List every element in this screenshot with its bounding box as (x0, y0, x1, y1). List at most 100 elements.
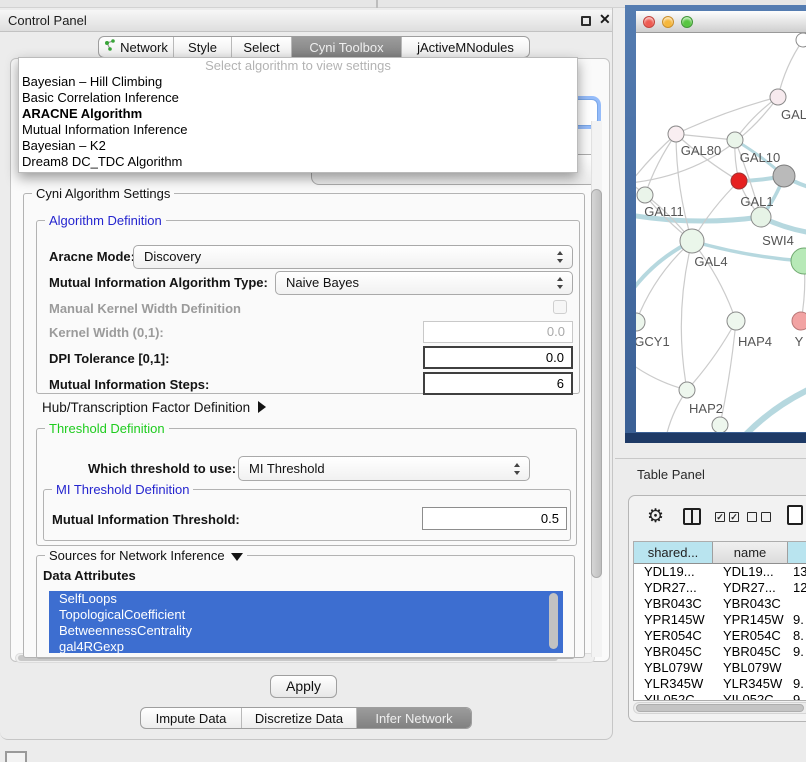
tab-network[interactable]: Network (99, 37, 173, 57)
cyni-algorithm-settings-group: Cyni Algorithm Settings Algorithm Defini… (23, 193, 585, 658)
attribute-item[interactable]: TopologicalCoefficient (49, 607, 563, 623)
table-row[interactable]: YDL19...YDL19...13 (634, 564, 806, 580)
sources-group-title[interactable]: Sources for Network Inference (45, 548, 247, 563)
column-header[interactable]: shared... (634, 542, 713, 564)
network-node-GAL11[interactable] (637, 187, 653, 203)
table-row[interactable]: YDR27...YDR27...12 (634, 580, 806, 596)
combo-stepper-icon (514, 463, 521, 475)
float-window-icon[interactable] (581, 16, 591, 26)
subtab-discretize-data[interactable]: Discretize Data (241, 708, 356, 728)
table-panel: ⚙ ✓ ✓ shared...name YDL19...YDL19...13YD… (628, 495, 806, 722)
network-node-node-green[interactable] (791, 248, 806, 274)
table-row[interactable]: YER054CYER054C8. (634, 628, 806, 644)
network-edge[interactable] (636, 97, 778, 183)
network-edge[interactable] (692, 241, 736, 321)
gear-icon[interactable]: ⚙ (647, 505, 664, 528)
network-node-GAL2[interactable] (770, 89, 786, 105)
mi-steps-label: Mutual Information Steps: (49, 377, 209, 392)
mi-steps-field[interactable]: 6 (423, 372, 573, 395)
network-edge[interactable] (681, 241, 692, 390)
attribute-item[interactable]: BetweennessCentrality (49, 623, 563, 639)
close-light-icon[interactable] (643, 16, 655, 28)
mi-algorithm-type-combo[interactable]: Naive Bayes (275, 271, 573, 295)
network-node-node-top[interactable] (796, 33, 806, 47)
aracne-mode-combo[interactable]: Discovery (133, 245, 573, 269)
table-row[interactable]: YPR145WYPR145W9. (634, 612, 806, 628)
unchecked-box-icon[interactable] (761, 512, 771, 522)
hub-section-toggle[interactable]: Hub/Transcription Factor Definition (42, 400, 266, 415)
algorithm-option[interactable]: Basic Correlation Inference (19, 90, 577, 106)
network-edge[interactable] (778, 40, 803, 97)
attribute-list-scrollbar[interactable] (549, 593, 558, 649)
document-icon[interactable] (787, 505, 803, 525)
table-cell (788, 660, 806, 676)
algorithm-option[interactable]: Dream8 DC_TDC Algorithm (19, 154, 577, 170)
network-node-HAP4[interactable] (727, 312, 745, 330)
combo-stepper-icon (557, 277, 564, 289)
tab-style[interactable]: Style (173, 37, 231, 57)
checked-box-icon[interactable]: ✓ (729, 512, 739, 522)
network-node-node-gray[interactable] (773, 165, 795, 187)
table-row[interactable]: YBR045CYBR045C9. (634, 644, 806, 660)
column-header[interactable]: name (713, 542, 788, 564)
tab-jactivemnodules[interactable]: jActiveMNodules (401, 37, 529, 57)
algorithm-definition-title: Algorithm Definition (45, 213, 166, 228)
table-body: YDL19...YDL19...13YDR27...YDR27...12YBR0… (634, 564, 806, 701)
network-node-GAL10[interactable] (727, 132, 743, 148)
cyni-toolbox-subtabs: Impute Data Discretize Data Infer Network (140, 707, 472, 729)
close-icon[interactable]: ✕ (599, 11, 611, 28)
tab-select[interactable]: Select (231, 37, 291, 57)
algorithm-option[interactable]: ARACNE Algorithm (19, 106, 577, 122)
checked-box-icon[interactable]: ✓ (715, 512, 725, 522)
network-canvas[interactable]: GAL2GAL80GAL10GAL1GAL11SWI4GAL4GCY1HAP4Y… (636, 33, 806, 432)
network-graph[interactable]: GAL2GAL80GAL10GAL1GAL11SWI4GAL4GCY1HAP4Y… (636, 33, 806, 432)
algorithm-option[interactable]: Mutual Information Inference (19, 122, 577, 138)
mi-threshold-field[interactable]: 0.5 (422, 507, 567, 530)
table-row[interactable]: YBR043CYBR043C (634, 596, 806, 612)
table-cell: YER054C (713, 628, 788, 644)
vertical-scrollbar-thumb[interactable] (591, 189, 602, 578)
network-edge[interactable] (645, 134, 676, 195)
network-node-GAL4[interactable] (680, 229, 704, 253)
table-cell: YBR043C (713, 596, 788, 612)
network-edge[interactable] (636, 241, 692, 322)
network-edge[interactable] (736, 388, 806, 432)
subtab-label: Impute Data (156, 711, 227, 726)
table-row[interactable]: YBL079WYBL079W (634, 660, 806, 676)
algorithm-option[interactable]: Bayesian – Hill Climbing (19, 74, 577, 90)
network-window[interactable]: GAL2GAL80GAL10GAL1GAL11SWI4GAL4GCY1HAP4Y… (625, 5, 806, 443)
which-threshold-combo[interactable]: MI Threshold (238, 456, 530, 481)
subtab-label: Discretize Data (255, 711, 343, 726)
network-node-node-bottom[interactable] (712, 417, 728, 432)
network-node-GAL1[interactable] (731, 173, 747, 189)
subtab-infer-network[interactable]: Infer Network (356, 708, 471, 728)
attribute-item[interactable]: SelfLoops (49, 591, 563, 607)
attribute-item[interactable]: gal4RGexp (49, 639, 563, 653)
table-hscrollbar-track[interactable] (633, 702, 806, 714)
dpi-tolerance-field[interactable]: 0.0 (423, 346, 573, 369)
unchecked-box-icon[interactable] (747, 512, 757, 522)
apply-button[interactable]: Apply (270, 675, 337, 698)
table-row[interactable]: YIL052CYIL052C9 (634, 692, 806, 701)
network-node-node-salmon[interactable] (792, 312, 806, 330)
zoom-light-icon[interactable] (681, 16, 693, 28)
network-node-HAP2[interactable] (679, 382, 695, 398)
network-edge[interactable] (636, 363, 687, 390)
kernel-width-field[interactable]: 0.0 (423, 321, 573, 343)
network-edge[interactable] (676, 134, 735, 140)
minimize-light-icon[interactable] (662, 16, 674, 28)
column-header[interactable] (788, 542, 806, 564)
corner-widget-partial[interactable] (5, 751, 27, 762)
columns-icon[interactable] (683, 508, 701, 525)
data-attributes-list[interactable]: SelfLoopsTopologicalCoefficientBetweenne… (49, 591, 563, 653)
dpi-tolerance-label: DPI Tolerance [0,1]: (49, 351, 169, 366)
subtab-impute-data[interactable]: Impute Data (141, 708, 241, 728)
manual-kernel-checkbox[interactable] (553, 300, 567, 314)
network-node-SWI4[interactable] (751, 207, 771, 227)
network-node-GCY1[interactable] (636, 313, 645, 331)
table-hscrollbar-thumb[interactable] (636, 704, 804, 712)
algorithm-option[interactable]: Bayesian – K2 (19, 138, 577, 154)
tab-cyni-toolbox[interactable]: Cyni Toolbox (291, 37, 401, 57)
network-node-GAL80[interactable] (668, 126, 684, 142)
table-row[interactable]: YLR345WYLR345W9. (634, 676, 806, 692)
